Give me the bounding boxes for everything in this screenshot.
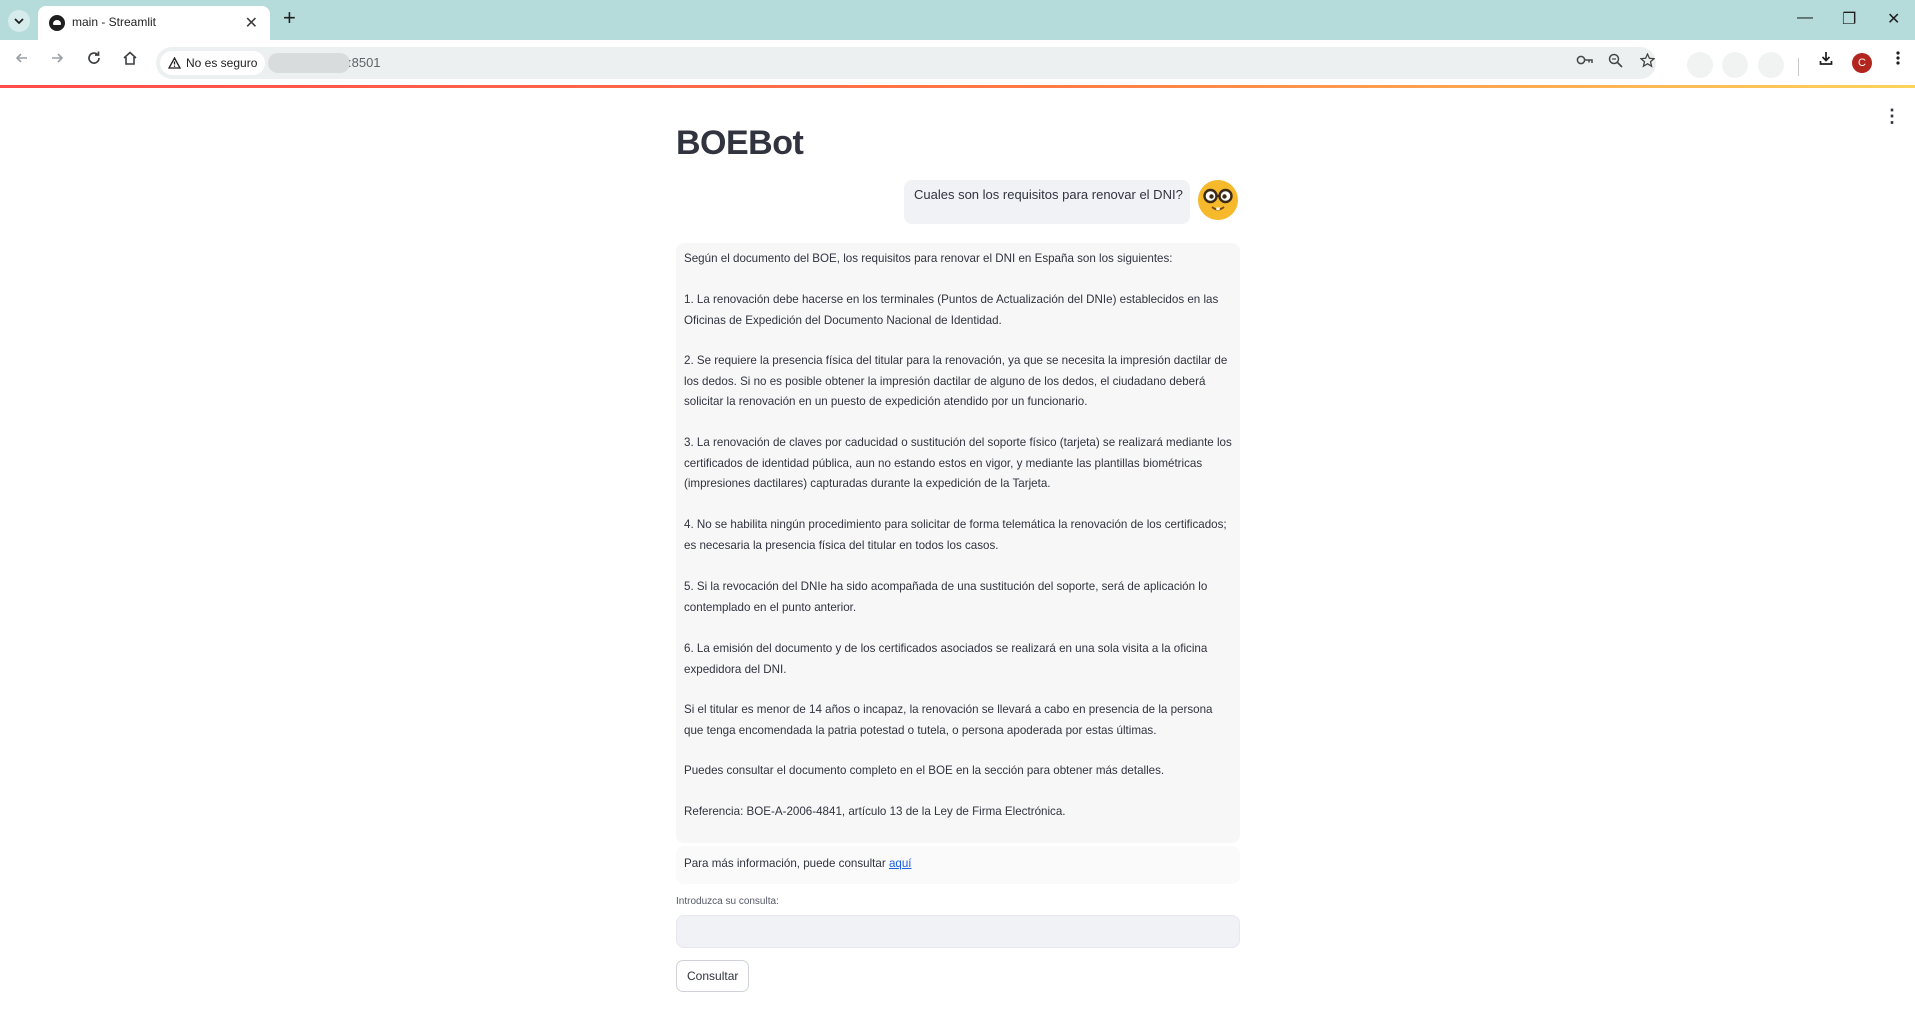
- minimize-window-button[interactable]: —: [1797, 9, 1813, 27]
- streamlit-header-decoration: [0, 85, 1915, 88]
- more-info-link[interactable]: aquí: [889, 857, 912, 870]
- security-label: No es seguro: [186, 56, 258, 70]
- app-main-menu-button[interactable]: ⋮: [1883, 106, 1901, 127]
- site-security-chip[interactable]: No es seguro: [160, 51, 266, 75]
- browser-tab-strip: main - Streamlit ✕ + — ❐ ✕: [0, 0, 1915, 40]
- reload-button[interactable]: [82, 50, 106, 71]
- restore-window-button[interactable]: ❐: [1842, 9, 1856, 29]
- extension-icon[interactable]: [1758, 52, 1784, 78]
- arrow-left-icon: [15, 53, 27, 63]
- browser-menu-button[interactable]: [1886, 50, 1910, 71]
- query-input[interactable]: [676, 915, 1240, 948]
- tab-title: main - Streamlit: [72, 15, 157, 29]
- forward-button[interactable]: [45, 50, 69, 71]
- zoom-icon[interactable]: [1608, 53, 1623, 72]
- streamlit-favicon-icon: [49, 15, 65, 31]
- url-text: :8501: [348, 55, 381, 70]
- tab-close-icon[interactable]: ✕: [245, 13, 258, 33]
- reload-icon: [88, 51, 100, 64]
- user-message-bubble: Cuales son los requisitos para renovar e…: [904, 180, 1190, 224]
- extension-icon[interactable]: [1687, 52, 1713, 78]
- assistant-paragraph: 3. La renovación de claves por caducidad…: [684, 436, 1232, 490]
- download-icon: [1819, 52, 1833, 65]
- assistant-paragraph: 6. La emisión del documento y de los cer…: [684, 642, 1208, 676]
- assistant-paragraph: 4. No se habilita ningún procedimiento p…: [684, 518, 1227, 552]
- toolbar-separator: [1798, 58, 1799, 76]
- more-info-message: Para más información, puede consultar aq…: [676, 846, 1240, 884]
- warning-triangle-icon: [168, 57, 181, 69]
- close-window-button[interactable]: ✕: [1887, 9, 1900, 29]
- more-info-label: Para más información, puede consultar: [684, 857, 889, 870]
- home-icon: [123, 51, 137, 65]
- assistant-paragraph: Si el titular es menor de 14 años o inca…: [684, 703, 1213, 737]
- arrow-right-icon: [52, 53, 64, 63]
- tab-search-button[interactable]: [8, 10, 30, 32]
- assistant-paragraph: 1. La renovación debe hacerse en los ter…: [684, 293, 1219, 327]
- new-tab-button[interactable]: +: [283, 7, 296, 29]
- back-button[interactable]: [10, 50, 34, 71]
- bookmark-star-icon[interactable]: [1639, 52, 1656, 72]
- downloads-button[interactable]: [1814, 50, 1838, 71]
- assistant-paragraph: Según el documento del BOE, los requisit…: [684, 252, 1173, 265]
- consultar-button[interactable]: Consultar: [676, 960, 750, 992]
- page-title: BOEBot: [676, 124, 804, 162]
- assistant-chat-message: Según el documento del BOE, los requisit…: [676, 243, 1240, 843]
- query-input-label: Introduzca su consulta:: [676, 896, 779, 907]
- assistant-paragraph: Puedes consultar el documento completo e…: [684, 764, 1165, 777]
- assistant-paragraph: 5. Si la revocación del DNIe ha sido aco…: [684, 580, 1208, 614]
- user-chat-message: Cuales son los requisitos para renovar e…: [676, 180, 1240, 226]
- user-message-text: Cuales son los requisitos para renovar e…: [914, 187, 1183, 202]
- redacted-hostname: [268, 53, 350, 73]
- browser-tab-active[interactable]: main - Streamlit ✕: [38, 6, 270, 40]
- browser-toolbar: No es seguro :8501 C: [0, 40, 1915, 86]
- profile-avatar[interactable]: C: [1852, 53, 1872, 73]
- address-bar[interactable]: No es seguro :8501: [156, 47, 1656, 79]
- assistant-paragraph: Referencia: BOE-A-2006-4841, artículo 13…: [684, 805, 1066, 818]
- kebab-menu-icon: [1896, 51, 1900, 65]
- nerd-face-avatar-icon: [1198, 180, 1238, 220]
- extension-icon[interactable]: [1722, 52, 1748, 78]
- chevron-down-icon: [14, 18, 24, 25]
- more-info-text: Para más información, puede consultar aq…: [684, 857, 912, 870]
- home-button[interactable]: [118, 50, 142, 71]
- assistant-paragraph: 2. Se requiere la presencia física del t…: [684, 354, 1228, 408]
- password-key-icon[interactable]: [1576, 53, 1594, 71]
